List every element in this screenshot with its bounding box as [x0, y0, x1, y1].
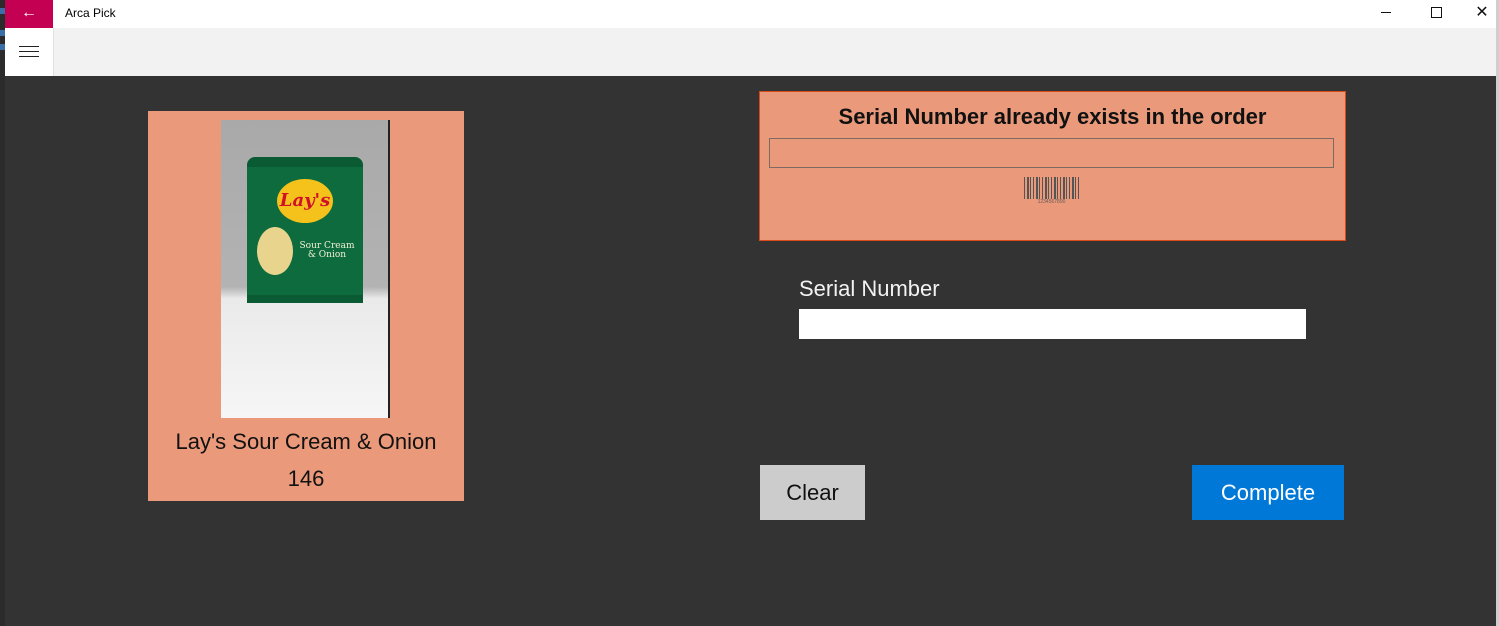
bag-seal	[247, 295, 363, 303]
minimize-button[interactable]	[1363, 0, 1409, 28]
barcode-number: 1234567890	[1037, 199, 1066, 205]
serial-number-input[interactable]	[799, 309, 1306, 339]
clear-button[interactable]: Clear	[760, 465, 865, 520]
complete-button[interactable]: Complete	[1192, 465, 1344, 520]
maximize-button[interactable]	[1413, 0, 1459, 28]
maximize-icon	[1430, 7, 1442, 19]
chip-bag-icon: Lay's Sour Cream & Onion	[247, 157, 363, 303]
close-button[interactable]: ✕	[1459, 0, 1499, 28]
error-message: Serial Number already exists in the orde…	[838, 104, 1267, 129]
hamburger-menu-button[interactable]	[5, 28, 54, 76]
title-bar: ← Arca Pick ✕	[5, 0, 1499, 28]
barcode-bars	[1024, 177, 1079, 199]
hamburger-icon	[19, 51, 39, 52]
close-icon: ✕	[1475, 4, 1489, 21]
serial-number-label: Serial Number	[799, 276, 940, 301]
product-image: Lay's Sour Cream & Onion	[221, 120, 390, 418]
bag-seal	[247, 157, 363, 167]
image-border	[388, 120, 390, 418]
app-title: Arca Pick	[65, 6, 116, 20]
product-name: Lay's Sour Cream & Onion	[175, 429, 437, 454]
product-card: Lay's Sour Cream & Onion Lay's Sour Crea…	[148, 111, 464, 501]
barcode-icon: 1234567890	[1024, 177, 1079, 207]
nav-bar	[5, 28, 1499, 76]
hamburger-icon	[19, 56, 39, 57]
error-panel: Serial Number already exists in the orde…	[759, 91, 1346, 241]
product-quantity: 146	[287, 466, 325, 491]
hamburger-icon	[19, 46, 39, 47]
chip-icon	[257, 227, 293, 275]
minimize-icon	[1381, 12, 1391, 14]
arrow-left-icon: ←	[21, 4, 37, 21]
bag-flavor-text: Sour Cream & Onion	[299, 241, 355, 260]
main-content: Lay's Sour Cream & Onion Lay's Sour Crea…	[5, 76, 1499, 626]
lays-logo: Lay's	[277, 179, 333, 223]
back-button[interactable]: ←	[5, 0, 53, 28]
scanned-serial-field[interactable]	[769, 138, 1334, 168]
bag-brand-text: Lay's	[279, 190, 331, 211]
